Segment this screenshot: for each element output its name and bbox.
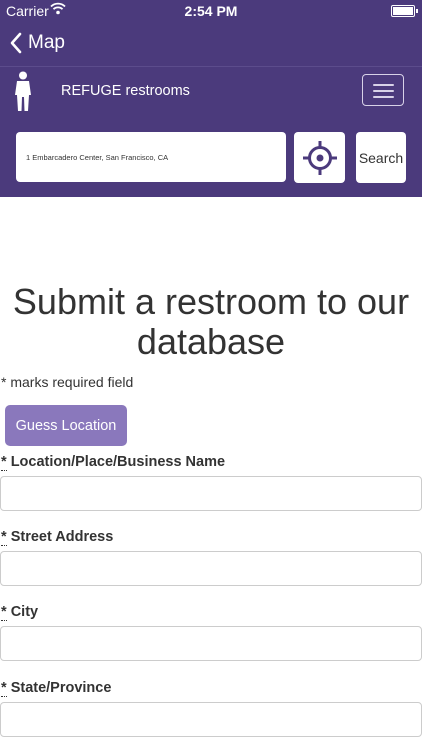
search-row: Search [0,130,422,184]
chevron-left-icon [10,32,22,54]
hamburger-icon [373,96,394,98]
required-marker: * [1,454,7,471]
battery-icon [391,5,418,17]
city-field[interactable] [0,626,422,661]
field-label-text: Location/Place/Business Name [10,454,226,470]
required-note: * marks required field [1,374,134,390]
brand-title[interactable]: REFUGE restrooms [61,83,190,99]
field-label-text: City [10,604,39,620]
app-header: Carrier 2:54 PM Map REFUGE restrooms 1 E… [0,0,422,197]
search-input[interactable] [16,132,286,182]
hamburger-icon [373,90,394,92]
guess-location-button[interactable]: Guess Location [5,405,127,446]
state-province-field[interactable] [0,702,422,737]
back-label: Map [28,32,65,53]
page-title: Submit a restroom to our database [12,281,410,362]
hamburger-icon [373,84,394,86]
search-button[interactable]: Search [356,132,406,183]
field-label-text: Street Address [10,529,114,545]
status-time: 2:54 PM [184,3,238,19]
person-icon[interactable] [12,71,34,116]
field-label-city: * City [1,604,39,621]
required-marker: * [1,680,7,697]
crosshair-icon [302,140,337,175]
status-bar: Carrier 2:54 PM [0,0,422,22]
required-marker: * [1,529,7,546]
street-address-field[interactable] [0,551,422,586]
required-marker: * [1,604,7,621]
locate-button[interactable] [294,132,345,183]
navigation-bar: Map [0,22,422,66]
brand-bar: REFUGE restrooms [0,67,422,115]
menu-button[interactable] [362,74,404,106]
field-label-text: State/Province [10,680,112,696]
field-label-state: * State/Province [1,680,112,697]
location-name-field[interactable] [0,476,422,511]
back-button[interactable]: Map [10,28,65,58]
field-label-name: * Location/Place/Business Name [1,454,226,471]
field-label-street: * Street Address [1,529,114,546]
